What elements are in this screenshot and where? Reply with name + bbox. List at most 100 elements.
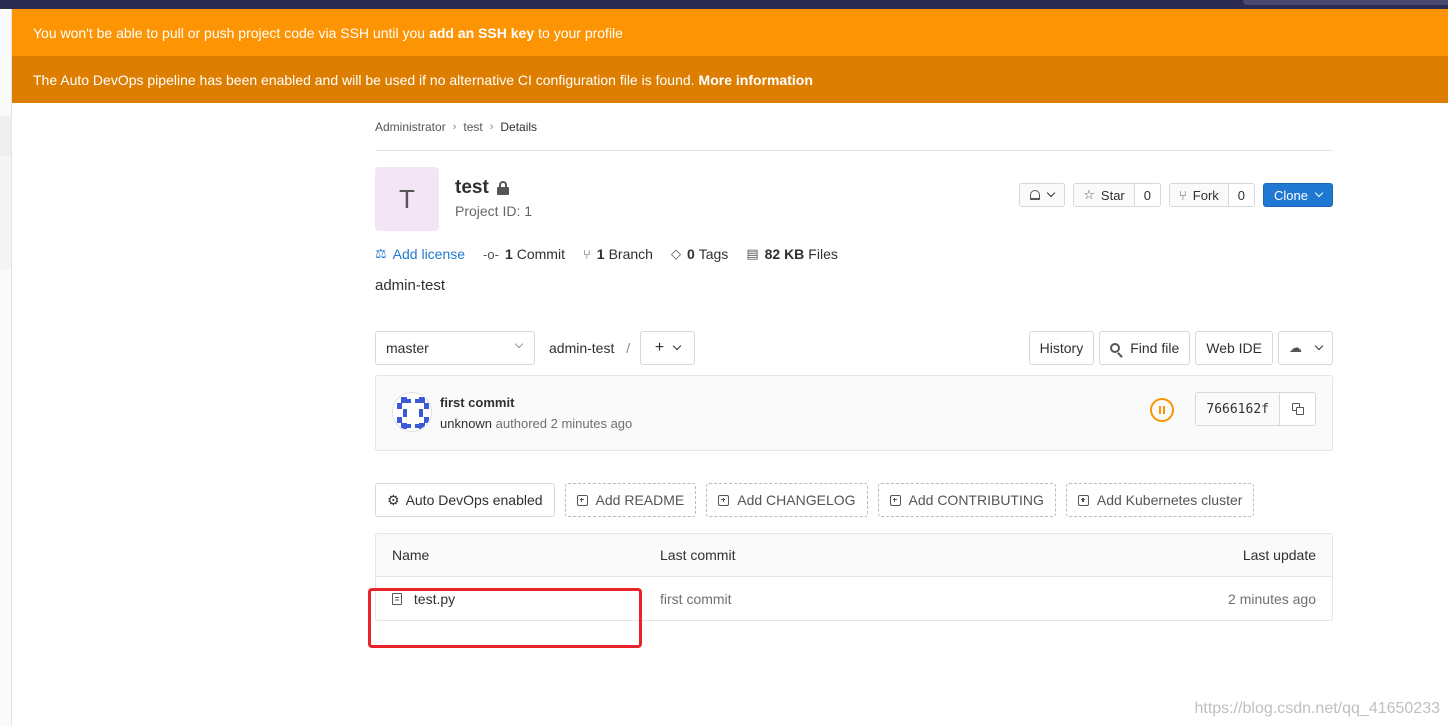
fork-icon: ⑂ — [1178, 187, 1187, 203]
add-license-link[interactable]: ⚖ Add license — [375, 246, 465, 262]
lock-icon — [496, 181, 509, 195]
notifications-button[interactable] — [1019, 183, 1066, 207]
sidebar-collapsed — [0, 9, 12, 726]
project-name: test — [455, 177, 489, 198]
ssh-banner-suffix: to your profile — [538, 24, 623, 41]
breadcrumb-administrator[interactable]: Administrator — [375, 120, 446, 134]
plus-square-icon — [1077, 494, 1089, 506]
clone-button[interactable]: Clone — [1263, 183, 1333, 207]
chevron-down-icon — [1047, 188, 1056, 198]
branches-link[interactable]: ⑂ 1 Branch — [583, 246, 653, 262]
sidebar-item[interactable] — [0, 156, 11, 269]
pipeline-paused-icon[interactable] — [1150, 398, 1174, 422]
tags-link[interactable]: ◇ 0 Tags — [671, 246, 728, 262]
star-label: Star — [1100, 187, 1125, 203]
files-size: 82 KB — [764, 246, 805, 262]
top-navbar — [0, 0, 1448, 9]
web-ide-button[interactable]: Web IDE — [1195, 331, 1273, 365]
find-file-label: Find file — [1130, 340, 1180, 356]
chevron-down-icon — [672, 341, 682, 351]
star-icon: ☆ — [1083, 187, 1095, 202]
branch-dropdown[interactable]: master — [375, 331, 535, 365]
branches-label: Branch — [608, 246, 653, 262]
clone-label: Clone — [1274, 187, 1308, 203]
star-count[interactable]: 0 — [1133, 184, 1160, 206]
watermark: https://blog.csdn.net/qq_41650233 — [1194, 700, 1440, 717]
add-kubernetes-label: Add Kubernetes cluster — [1096, 492, 1243, 508]
add-license-label: Add license — [392, 246, 466, 262]
breadcrumb-test[interactable]: test — [463, 120, 482, 134]
chevron-down-icon — [1314, 341, 1324, 351]
commit-author[interactable]: unknown — [440, 416, 492, 431]
repo-path: admin-test / — [549, 340, 630, 356]
plus-square-icon — [889, 494, 901, 506]
bell-icon — [1030, 190, 1041, 200]
project-actions: ☆ Star 0 ⑂ Fork 0 Clone — [1019, 183, 1333, 207]
file-last-commit[interactable]: first commit — [660, 591, 732, 607]
last-commit-panel: first commit unknown authored 2 minutes … — [375, 375, 1333, 451]
project-title: test — [455, 177, 509, 199]
more-information-link[interactable]: More information — [699, 72, 813, 88]
header-last-commit: Last commit — [660, 547, 736, 563]
path-separator: / — [626, 340, 631, 356]
breadcrumb: Administrator › test › Details — [375, 103, 1333, 151]
find-file-button[interactable]: Find file — [1099, 331, 1191, 365]
annotation-highlight-box — [368, 588, 642, 648]
header-last-update: Last update — [1242, 547, 1316, 563]
repo-path-root[interactable]: admin-test — [549, 340, 614, 356]
avatar-letter: T — [399, 183, 415, 214]
add-readme-button[interactable]: Add README — [564, 483, 697, 517]
add-to-tree-button[interactable]: + — [640, 331, 695, 365]
fork-button-group: ⑂ Fork 0 — [1168, 183, 1256, 207]
add-contributing-button[interactable]: Add CONTRIBUTING — [877, 483, 1056, 517]
commit-authored: authored 2 minutes ago — [495, 416, 633, 431]
gear-icon: ⚙ — [387, 491, 400, 508]
copy-sha-button[interactable] — [1279, 393, 1315, 425]
doc-icon: ▤ — [746, 246, 759, 261]
chevron-down-icon — [1314, 188, 1324, 198]
add-ssh-key-link[interactable]: add an SSH key — [429, 25, 534, 41]
commits-link[interactable]: -o- 1 Commit — [483, 246, 565, 262]
commit-sha[interactable]: 7666162f — [1196, 393, 1279, 425]
breadcrumb-current: Details — [500, 119, 538, 134]
add-kubernetes-button[interactable]: Add Kubernetes cluster — [1065, 483, 1255, 517]
project-avatar: T — [375, 167, 439, 231]
download-button[interactable]: ☁ — [1278, 331, 1333, 365]
plus-square-icon — [718, 494, 730, 506]
commits-count: 1 — [504, 246, 513, 262]
auto-devops-button[interactable]: ⚙ Auto DevOps enabled — [375, 483, 555, 517]
commits-label: Commit — [516, 246, 565, 262]
project-description: admin-test — [375, 277, 446, 294]
add-changelog-button[interactable]: Add CHANGELOG — [706, 483, 868, 517]
tags-label: Tags — [698, 246, 729, 262]
branch-name: master — [386, 340, 429, 356]
header-name: Name — [392, 547, 430, 563]
files-link[interactable]: ▤ 82 KB Files — [746, 246, 838, 262]
cloud-download-icon: ☁ — [1289, 340, 1302, 355]
ssh-key-banner: You won't be able to pull or push projec… — [12, 9, 1448, 56]
fork-button[interactable]: ⑂ Fork — [1169, 184, 1228, 206]
scale-icon: ⚖ — [375, 246, 387, 261]
auto-devops-banner: The Auto DevOps pipeline has been enable… — [12, 56, 1448, 103]
commit-title[interactable]: first commit — [440, 395, 514, 410]
file-last-update: 2 minutes ago — [1228, 590, 1316, 607]
history-button[interactable]: History — [1028, 331, 1095, 365]
sidebar-item[interactable] — [0, 116, 11, 156]
plus-icon: + — [654, 339, 665, 356]
files-label: Files — [808, 246, 838, 262]
navbar-search[interactable] — [1243, 0, 1448, 5]
devops-banner-text: The Auto DevOps pipeline has been enable… — [33, 71, 695, 88]
chevron-right-icon: › — [489, 120, 494, 133]
add-contributing-label: Add CONTRIBUTING — [908, 492, 1044, 508]
search-icon — [1110, 343, 1121, 353]
commit-icon: -o- — [483, 246, 499, 262]
branch-icon: ⑂ — [582, 246, 591, 262]
tag-icon: ◇ — [670, 246, 681, 261]
star-button[interactable]: ☆ Star — [1074, 184, 1134, 206]
fork-count[interactable]: 0 — [1227, 184, 1255, 206]
fork-label: Fork — [1192, 187, 1219, 203]
branches-count: 1 — [596, 246, 605, 262]
commit-author-avatar[interactable] — [392, 392, 432, 432]
commit-sha-group: 7666162f — [1195, 392, 1316, 426]
project-quick-actions: ⚙ Auto DevOps enabled Add README Add CHA… — [375, 483, 1333, 517]
